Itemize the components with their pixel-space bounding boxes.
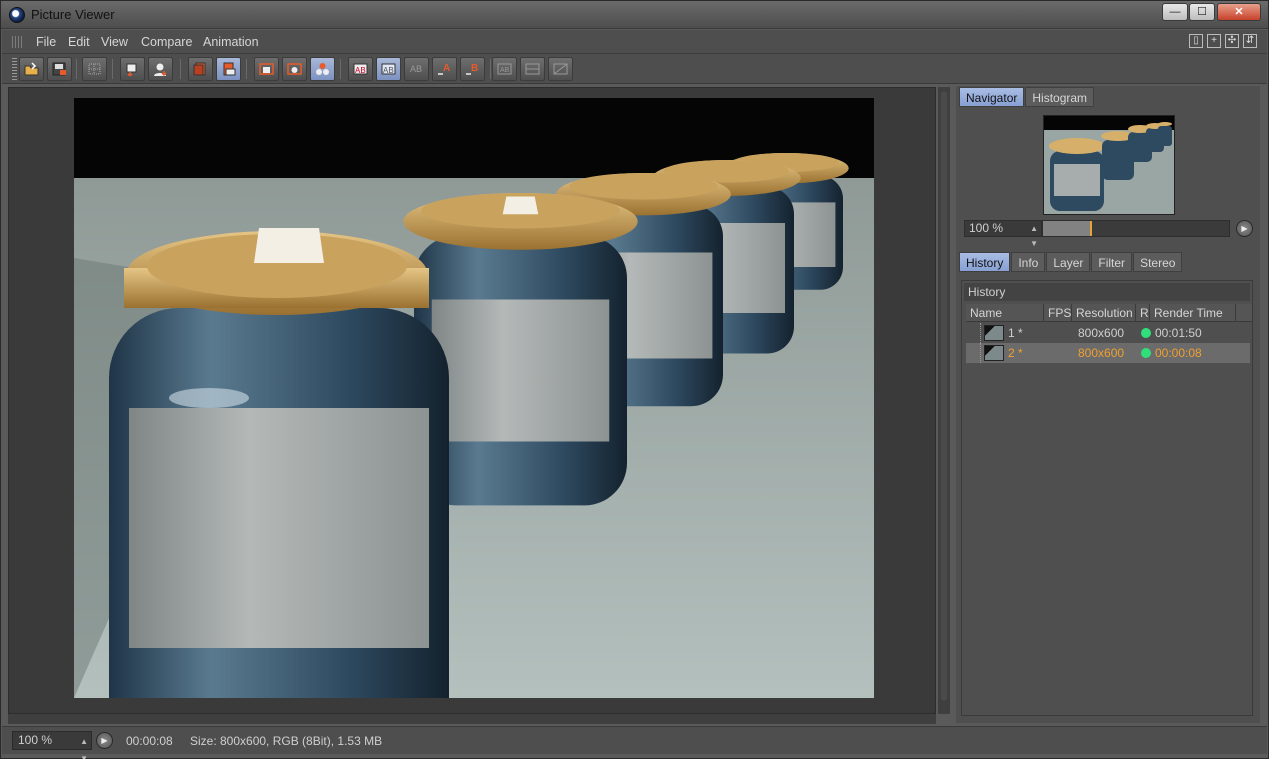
history-thumbnail (984, 345, 1004, 361)
export-icon[interactable] (120, 57, 145, 81)
ab-compare-icon[interactable]: AB (348, 57, 373, 81)
rendered-image (74, 98, 874, 698)
status-zoom-field[interactable]: 100 % ▲ ▼ (12, 731, 92, 759)
column-resolution[interactable]: Resolution (1072, 304, 1136, 322)
history-panel: History Name FPS Resolution R Render Tim… (961, 280, 1253, 716)
split-horizontal-icon[interactable]: AB (492, 57, 517, 81)
window-title: Picture Viewer (31, 7, 115, 22)
title-bar[interactable]: Picture Viewer — ☐ ✕ (1, 1, 1268, 29)
status-dot-icon (1141, 348, 1151, 358)
set-a-icon[interactable]: A (432, 57, 457, 81)
navigator-zoom-slider[interactable] (1042, 220, 1230, 237)
spinner-icon[interactable]: ▲ ▼ (1030, 221, 1038, 251)
history-row-resolution: 800x600 (1078, 346, 1125, 360)
menu-compare[interactable]: Compare (141, 35, 192, 49)
spinner-icon[interactable]: ▲ ▼ (80, 733, 88, 759)
status-render-time: 00:00:08 (126, 734, 173, 748)
ab-split-icon[interactable]: AB (376, 57, 401, 81)
region-group-icon[interactable] (310, 57, 335, 81)
svg-text:B: B (471, 63, 478, 74)
svg-text:AB: AB (500, 67, 510, 74)
dock-arrows-icon[interactable]: ⇵ (1243, 34, 1257, 48)
region-select-icon[interactable] (282, 57, 307, 81)
navigator-tabs: Navigator Histogram (959, 87, 1095, 107)
navigator-thumbnail[interactable] (1043, 115, 1175, 215)
history-row-time: 00:01:50 (1155, 326, 1202, 340)
status-play-icon[interactable]: ▶ (96, 732, 113, 749)
menu-edit[interactable]: Edit (68, 35, 90, 49)
stack-icon[interactable] (188, 57, 213, 81)
layers-icon[interactable] (216, 57, 241, 81)
info-tabs: History Info Layer Filter Stereo (959, 252, 1183, 272)
history-row[interactable]: 1 * 800x600 00:01:50 (966, 323, 1250, 343)
save-icon[interactable] (47, 57, 72, 81)
column-render-time[interactable]: Render Time (1150, 304, 1236, 322)
open-icon[interactable] (19, 57, 44, 81)
tab-info[interactable]: Info (1011, 252, 1046, 272)
status-image-info: Size: 800x600, RGB (8Bit), 1.53 MB (190, 734, 383, 748)
zoom-slider-fill (1043, 221, 1090, 236)
status-bar: 100 % ▲ ▼ ▶ 00:00:08 Size: 800x600, RGB (… (2, 726, 1267, 759)
history-row-time: 00:00:08 (1155, 346, 1202, 360)
history-columns: Name FPS Resolution R Render Time (966, 304, 1252, 322)
cinema4d-app-icon (9, 7, 25, 23)
zoom-slider-handle[interactable] (1089, 221, 1092, 236)
maximize-button[interactable]: ☐ (1189, 3, 1215, 21)
toolbar: AB AB AB A B AB (2, 54, 1267, 84)
svg-text:A: A (443, 63, 450, 74)
user-icon[interactable] (148, 57, 173, 81)
history-row-name: 2 * (1008, 346, 1023, 360)
set-b-icon[interactable]: B (460, 57, 485, 81)
tab-layer[interactable]: Layer (1046, 252, 1091, 272)
menu-view[interactable]: View (101, 35, 128, 49)
panel-layout-icon[interactable]: ▯ (1189, 34, 1203, 48)
column-fps[interactable]: FPS (1044, 304, 1072, 322)
history-heading: History (964, 283, 1250, 301)
tab-navigator[interactable]: Navigator (959, 87, 1025, 107)
tab-histogram[interactable]: Histogram (1025, 87, 1095, 107)
history-row-name: 1 * (1008, 326, 1023, 340)
svg-text:AB: AB (355, 66, 366, 75)
status-zoom-value: 100 % (18, 733, 53, 747)
move-icon[interactable]: ✣ (1225, 34, 1239, 48)
column-r[interactable]: R (1136, 304, 1150, 322)
horizontal-scrollbar[interactable] (8, 714, 936, 724)
menu-grip-icon[interactable] (12, 36, 24, 48)
history-row-selected[interactable]: 2 * 800x600 00:00:08 (966, 343, 1250, 363)
navigator-zoom-field[interactable]: 100 % ▲ ▼ (964, 220, 1042, 248)
menu-bar: File Edit View Compare Animation ▯ + ✣ ⇵ (2, 30, 1267, 54)
tab-history[interactable]: History (959, 252, 1011, 272)
split-vertical-icon[interactable] (520, 57, 545, 81)
ab-overlay-icon[interactable]: AB (404, 57, 429, 81)
right-panel: Navigator Histogram 100 % ▲ ▼ ▶ History … (956, 86, 1260, 723)
close-button[interactable]: ✕ (1217, 3, 1261, 21)
toolbar-grip-icon[interactable] (12, 58, 17, 80)
split-diagonal-icon[interactable] (548, 57, 573, 81)
region-render-icon[interactable] (254, 57, 279, 81)
vertical-scrollbar[interactable] (938, 87, 950, 714)
svg-text:AB: AB (383, 66, 394, 75)
picture-viewer-window: Picture Viewer — ☐ ✕ File Edit View Comp… (0, 0, 1269, 759)
vertical-scroll-thumb[interactable] (941, 91, 947, 701)
history-row-resolution: 800x600 (1078, 326, 1125, 340)
history-thumbnail (984, 325, 1004, 341)
column-name[interactable]: Name (966, 304, 1044, 322)
menu-file[interactable]: File (36, 35, 56, 49)
new-window-icon[interactable]: + (1207, 34, 1221, 48)
navigator-zoom-value: 100 % (969, 221, 1004, 235)
svg-text:AB: AB (410, 64, 422, 74)
image-viewport[interactable] (8, 87, 936, 714)
minimize-button[interactable]: — (1162, 3, 1188, 21)
menu-animation[interactable]: Animation (203, 35, 259, 49)
layout-icons: ▯ + ✣ ⇵ (1189, 34, 1257, 48)
tab-stereo[interactable]: Stereo (1133, 252, 1183, 272)
grid-icon[interactable] (82, 57, 107, 81)
status-dot-icon (1141, 328, 1151, 338)
navigator-play-icon[interactable]: ▶ (1236, 220, 1253, 237)
tab-filter[interactable]: Filter (1091, 252, 1133, 272)
